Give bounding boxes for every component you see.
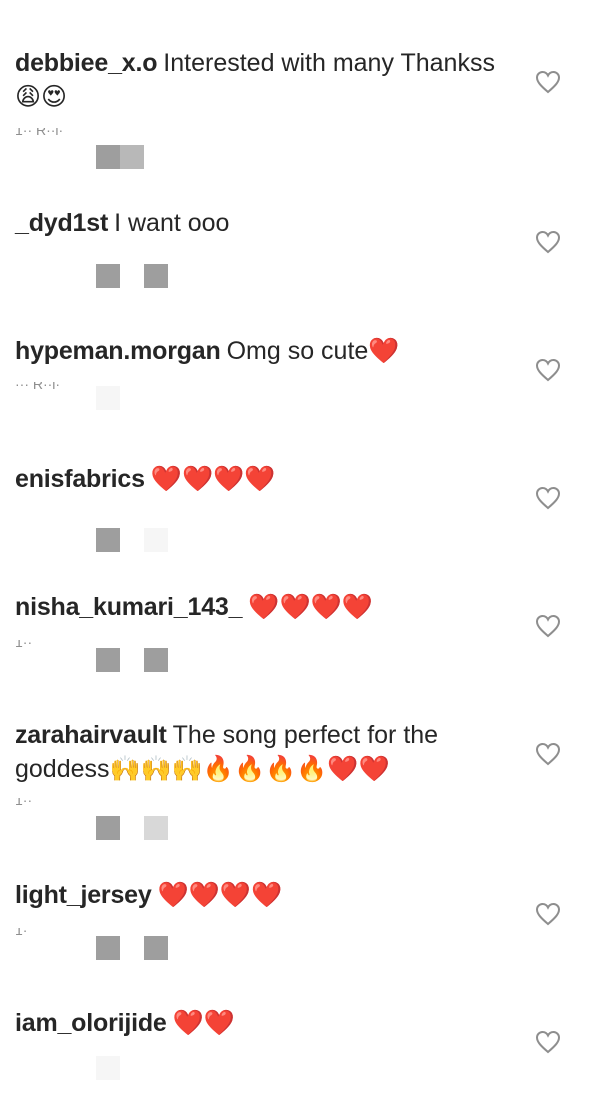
comment-text: zarahairvault The song perfect for the go… <box>15 718 515 786</box>
pixel-tile <box>96 264 120 288</box>
comment-username[interactable]: nisha_kumari_143_ <box>15 593 243 621</box>
comment-item: light_jersey ❤️❤️❤️❤️ 1· <box>0 850 603 980</box>
comment-emojis: ❤️❤️ <box>172 1008 235 1037</box>
comment-item: _dyd1st I want ooo <box>0 160 603 290</box>
like-heart-icon[interactable] <box>535 1030 561 1054</box>
comment-text: debbiee_x.o Interested with many Thankss 😩… <box>15 46 515 114</box>
comment-text: hypeman.morgan Omg so cute❤️ <box>15 334 515 368</box>
pixel-tile <box>96 1056 120 1080</box>
pixel-tile <box>96 816 120 840</box>
comment-text: enisfabrics ❤️❤️❤️❤️ <box>15 462 515 496</box>
comment-text: iam_olorijide ❤️❤️ <box>15 1006 515 1040</box>
comment-emojis: ❤️❤️❤️❤️ <box>150 464 276 493</box>
comment-username[interactable]: debbiee_x.o <box>15 49 157 77</box>
comment-emojis: ❤️❤️❤️❤️ <box>248 592 373 621</box>
comment-item: hypeman.morgan Omg so cute❤️ ··· R··l· <box>0 290 603 420</box>
pixel-tile <box>144 816 168 840</box>
comment-text: nisha_kumari_143_ ❤️❤️❤️❤️ <box>15 590 515 624</box>
pixel-tile <box>96 936 120 960</box>
like-heart-icon[interactable] <box>535 902 561 926</box>
comment-item: iam_olorijide ❤️❤️ <box>0 980 603 1107</box>
comment-username[interactable]: _dyd1st <box>15 209 108 237</box>
comment-emojis: 🙌🙌🙌🔥🔥🔥🔥❤️❤️ <box>109 754 390 783</box>
like-heart-icon[interactable] <box>535 230 561 254</box>
pixel-tile <box>144 264 168 288</box>
comment-body: Omg so cute <box>226 337 369 365</box>
comment-emojis: ❤️❤️❤️❤️ <box>157 880 283 909</box>
comment-username[interactable]: iam_olorijide <box>15 1009 167 1037</box>
comment-text: light_jersey ❤️❤️❤️❤️ <box>15 878 515 912</box>
pixel-tile <box>144 936 168 960</box>
comment-username[interactable]: hypeman.morgan <box>15 337 221 365</box>
comment-item: enisfabrics ❤️❤️❤️❤️ <box>0 420 603 552</box>
like-heart-icon[interactable] <box>535 70 561 94</box>
comment-username[interactable]: zarahairvault <box>15 721 167 749</box>
pixel-tile <box>144 648 168 672</box>
comment-body: I want ooo <box>114 209 230 237</box>
comment-text: _dyd1st I want ooo <box>15 206 515 240</box>
comment-item: debbiee_x.o Interested with many Thankss 😩… <box>0 0 603 169</box>
comment-username[interactable]: enisfabrics <box>15 465 145 493</box>
pixel-tile <box>96 648 120 672</box>
like-heart-icon[interactable] <box>535 742 561 766</box>
like-heart-icon[interactable] <box>535 614 561 638</box>
comment-meta: 1·· R··l· <box>15 128 64 138</box>
comment-item: zarahairvault The song perfect for the go… <box>0 680 603 850</box>
comment-body: Interested with many Thankss <box>163 49 495 77</box>
pixel-tile <box>144 528 168 552</box>
comment-emojis: 😩😍 <box>15 82 68 111</box>
pixel-tile <box>96 528 120 552</box>
pixel-tile <box>96 386 120 410</box>
comment-username[interactable]: light_jersey <box>15 881 152 909</box>
like-heart-icon[interactable] <box>535 486 561 510</box>
comment-meta: 1·· <box>15 798 33 808</box>
comment-emojis: ❤️ <box>368 336 400 365</box>
like-heart-icon[interactable] <box>535 358 561 382</box>
comment-item: nisha_kumari_143_ ❤️❤️❤️❤️ 1·· <box>0 550 603 680</box>
